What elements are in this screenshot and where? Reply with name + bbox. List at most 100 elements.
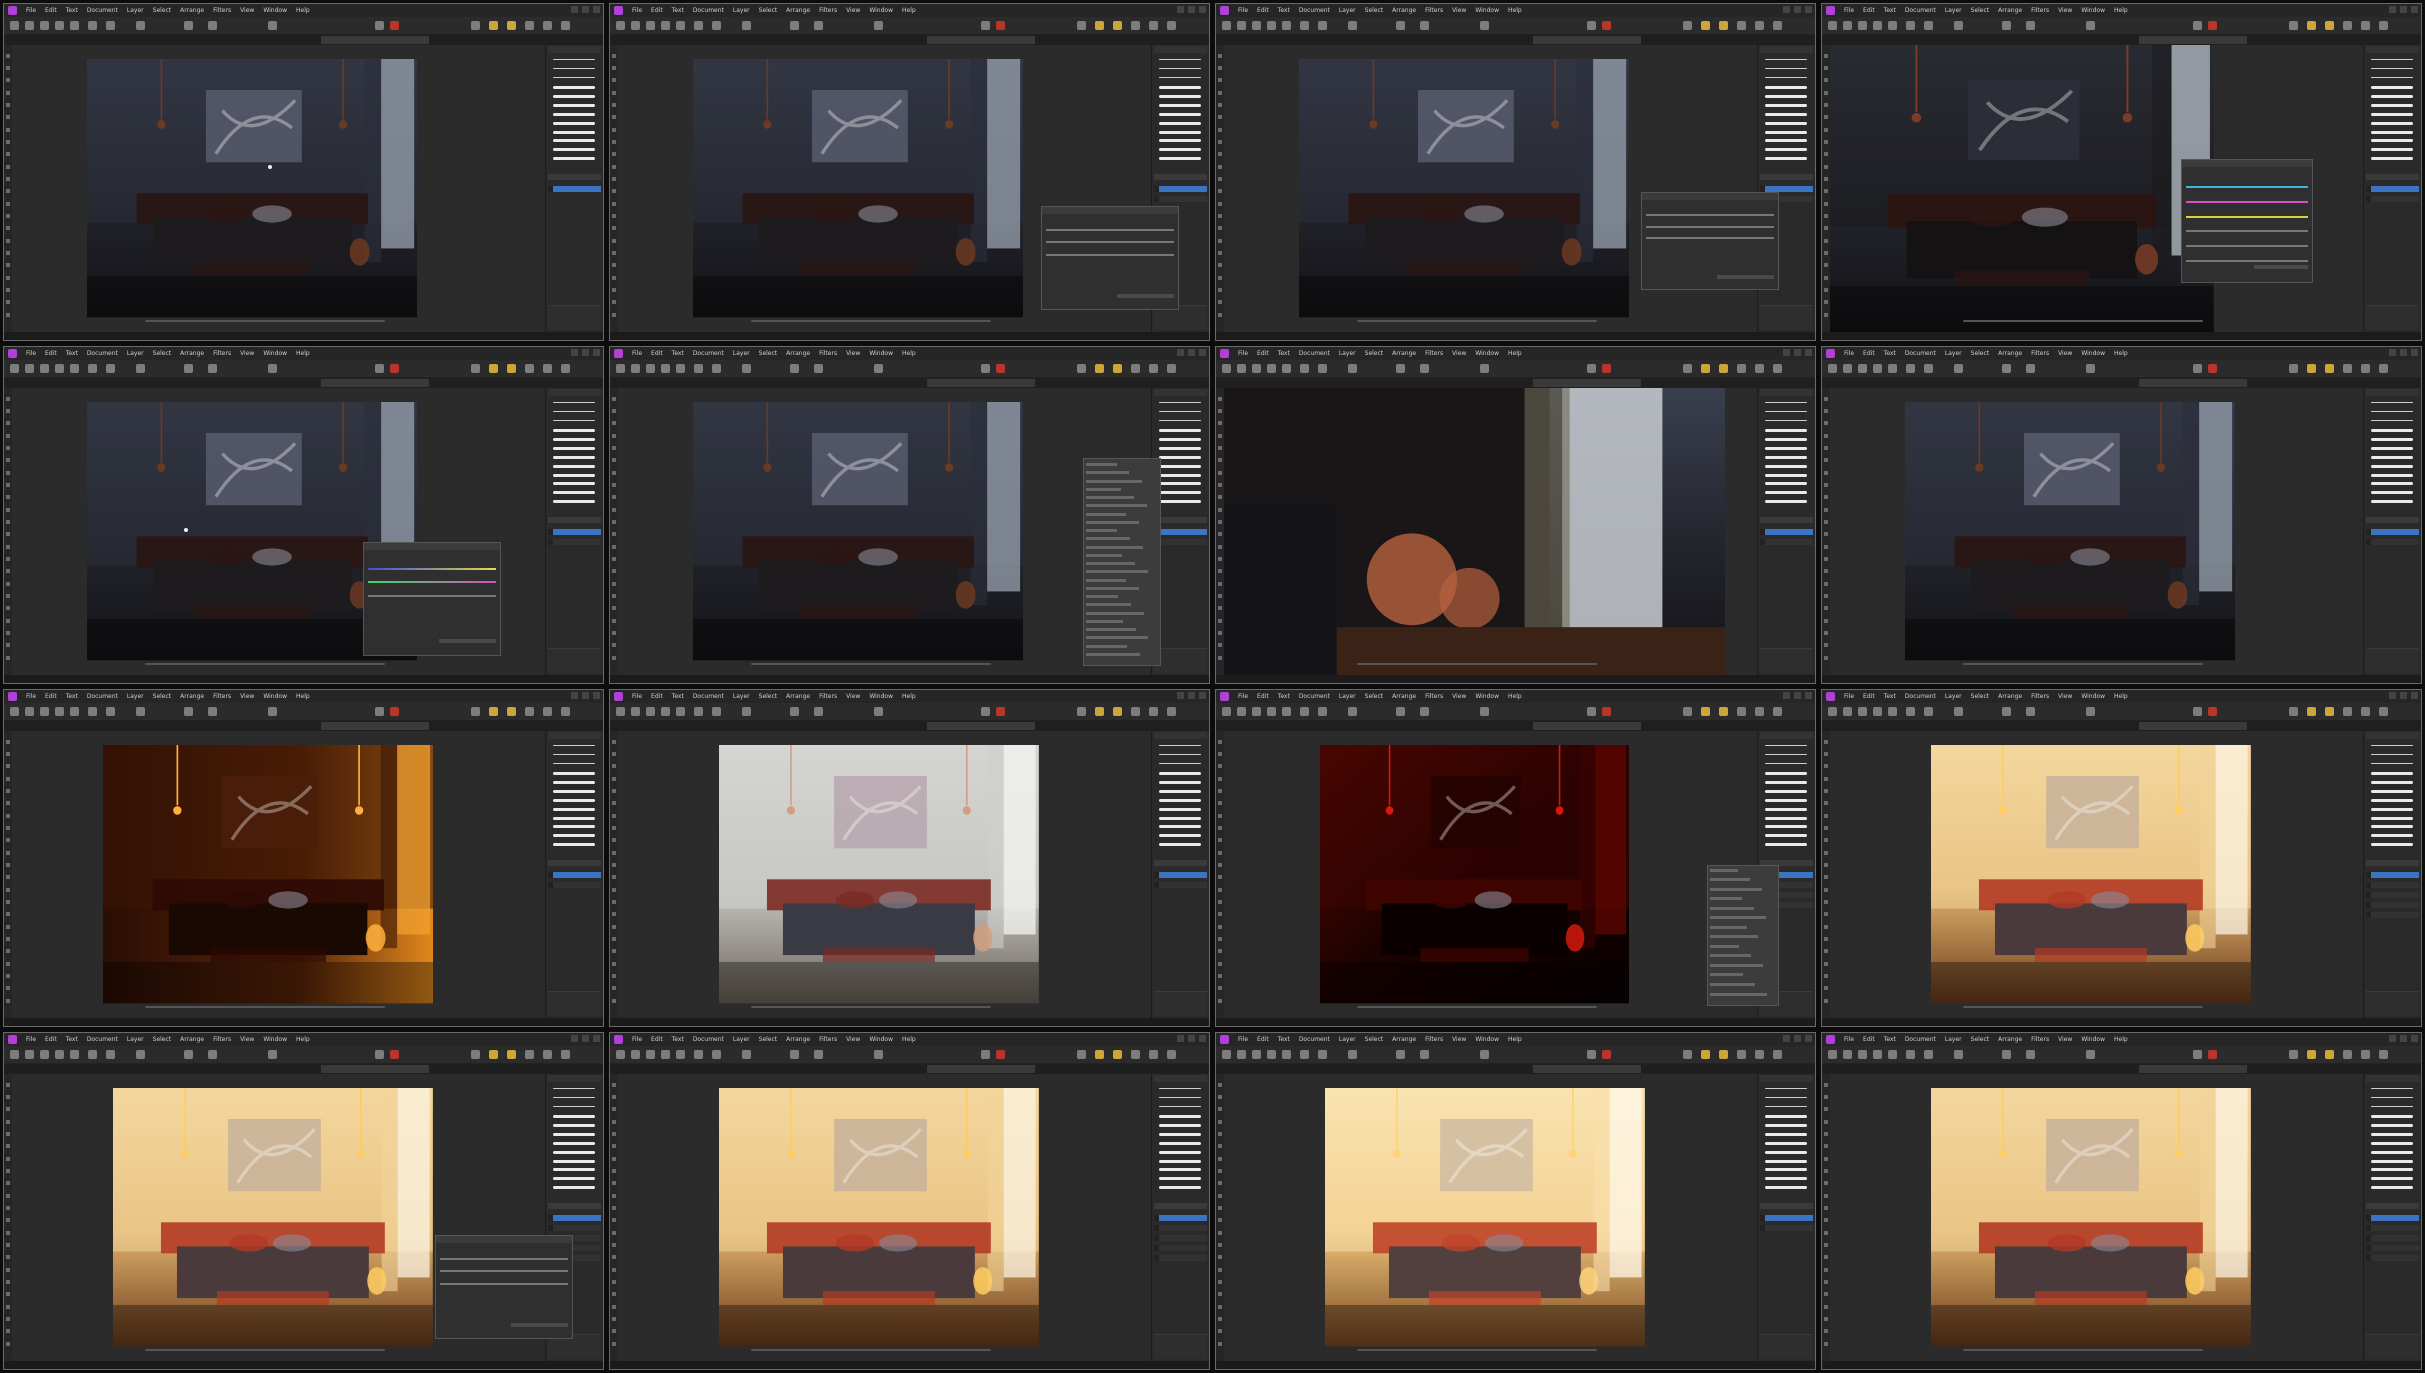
toolbar-icon[interactable] xyxy=(525,21,535,30)
document-tab[interactable] xyxy=(1216,722,1324,730)
brush-preset[interactable] xyxy=(1765,473,1807,477)
menu-layer[interactable]: Layer xyxy=(1339,7,1356,14)
toolbar-icon[interactable] xyxy=(630,1050,640,1059)
document-tab[interactable] xyxy=(2139,379,2248,387)
document-tab[interactable] xyxy=(1330,1065,1426,1073)
tool-icon[interactable] xyxy=(612,90,616,95)
tool-icon[interactable] xyxy=(1218,458,1222,463)
tool-icon[interactable] xyxy=(1218,912,1222,917)
menu-select[interactable]: Select xyxy=(1365,1036,1384,1043)
tool-icon[interactable] xyxy=(1824,396,1828,401)
menu-select[interactable]: Select xyxy=(1971,7,1990,14)
menu-file[interactable]: File xyxy=(26,350,36,357)
menu-select[interactable]: Select xyxy=(759,7,778,14)
tool-icon[interactable] xyxy=(612,1304,616,1309)
menu-help[interactable]: Help xyxy=(1508,693,1522,700)
dialog-slider[interactable] xyxy=(2186,201,2309,204)
toolbar-icon[interactable] xyxy=(2025,364,2035,373)
dialog-title-bar[interactable] xyxy=(1642,193,1779,201)
menu-view[interactable]: View xyxy=(2058,7,2072,14)
layer-row[interactable] xyxy=(2366,1244,2419,1251)
toolbar-icon[interactable] xyxy=(1167,364,1177,373)
document-tab[interactable] xyxy=(1533,722,1642,730)
menu-text[interactable]: Text xyxy=(1884,693,1896,700)
brush-preset[interactable] xyxy=(1159,473,1201,477)
menu-file[interactable]: File xyxy=(632,350,642,357)
toolbar-icon[interactable] xyxy=(1149,1050,1159,1059)
toolbar-icon[interactable] xyxy=(675,707,685,716)
tool-icon[interactable] xyxy=(1824,631,1828,636)
menu-window[interactable]: Window xyxy=(1475,693,1499,700)
menu-option[interactable] xyxy=(1086,603,1131,607)
toolbar-icon[interactable] xyxy=(24,364,34,373)
menu-filters[interactable]: Filters xyxy=(2031,350,2049,357)
toolbar-icon[interactable] xyxy=(489,21,499,30)
tool-icon[interactable] xyxy=(612,581,616,586)
tool-icon[interactable] xyxy=(612,1156,616,1161)
tool-icon[interactable] xyxy=(6,275,10,280)
dialog-slider[interactable] xyxy=(2186,230,2309,233)
tool-icon[interactable] xyxy=(6,1243,10,1248)
dialog-title-bar[interactable] xyxy=(2182,159,2313,167)
menu-filters[interactable]: Filters xyxy=(2031,7,2049,14)
tool-icon[interactable] xyxy=(1824,606,1828,611)
blend-menu[interactable] xyxy=(1707,864,1780,1006)
toolbar-icon[interactable] xyxy=(390,21,400,30)
toolbar-icon[interactable] xyxy=(9,1050,19,1059)
menu-layer[interactable]: Layer xyxy=(1339,693,1356,700)
brush-preset[interactable] xyxy=(1765,1168,1807,1172)
layer-row[interactable] xyxy=(2366,1234,2419,1241)
toolbar-icon[interactable] xyxy=(1266,1050,1276,1059)
tool-icon[interactable] xyxy=(6,251,10,256)
menu-file[interactable]: File xyxy=(1844,1036,1854,1043)
toolbar-icon[interactable] xyxy=(471,364,481,373)
tool-icon[interactable] xyxy=(612,65,616,70)
toolbar-icon[interactable] xyxy=(2361,707,2371,716)
tool-icon[interactable] xyxy=(1824,569,1828,574)
toolbar-icon[interactable] xyxy=(996,707,1006,716)
document-tab[interactable] xyxy=(610,36,718,44)
tool-icon[interactable] xyxy=(612,764,616,769)
layer-row[interactable] xyxy=(2366,871,2419,878)
toolbar-icon[interactable] xyxy=(1842,707,1852,716)
tool-icon[interactable] xyxy=(1218,838,1222,843)
tool-icon[interactable] xyxy=(1824,1082,1828,1087)
menu-file[interactable]: File xyxy=(632,7,642,14)
tool-icon[interactable] xyxy=(1218,1156,1222,1161)
toolbar-icon[interactable] xyxy=(267,21,277,30)
toolbar-icon[interactable] xyxy=(2208,1050,2218,1059)
tool-icon[interactable] xyxy=(1824,300,1828,305)
document-tab[interactable] xyxy=(927,722,1036,730)
toolbar-icon[interactable] xyxy=(1773,21,1783,30)
toolbar-icon[interactable] xyxy=(2307,364,2317,373)
menu-filters[interactable]: Filters xyxy=(819,7,837,14)
document-tab[interactable] xyxy=(2038,36,2134,44)
minimize-icon[interactable] xyxy=(1783,349,1790,356)
toolbar-icon[interactable] xyxy=(1266,21,1276,30)
tool-icon[interactable] xyxy=(1824,433,1828,438)
tool-icon[interactable] xyxy=(1218,433,1222,438)
tool-icon[interactable] xyxy=(612,433,616,438)
tool-icon[interactable] xyxy=(1824,776,1828,781)
tool-icon[interactable] xyxy=(1824,998,1828,1003)
tool-icon[interactable] xyxy=(1218,1206,1222,1211)
menu-document[interactable]: Document xyxy=(87,7,118,14)
brush-preset[interactable] xyxy=(2371,807,2413,811)
document-tab[interactable] xyxy=(1432,722,1528,730)
dialog-ok-button[interactable] xyxy=(2253,264,2309,269)
tool-icon[interactable] xyxy=(1824,65,1828,70)
tool-icon[interactable] xyxy=(1824,594,1828,599)
toolbar-icon[interactable] xyxy=(525,1050,535,1059)
brush-preset[interactable] xyxy=(2371,139,2413,143)
toolbar-icon[interactable] xyxy=(2001,364,2011,373)
menu-view[interactable]: View xyxy=(240,7,254,14)
document-canvas[interactable] xyxy=(618,731,1151,1018)
brush-preset[interactable] xyxy=(1765,94,1807,98)
menu-option[interactable] xyxy=(1086,611,1144,615)
tool-icon[interactable] xyxy=(1218,875,1222,880)
menu-option[interactable] xyxy=(1710,982,1755,986)
menu-window[interactable]: Window xyxy=(263,7,287,14)
toolbar-icon[interactable] xyxy=(1887,1050,1897,1059)
tool-icon[interactable] xyxy=(612,924,616,929)
toolbar-icon[interactable] xyxy=(39,364,49,373)
